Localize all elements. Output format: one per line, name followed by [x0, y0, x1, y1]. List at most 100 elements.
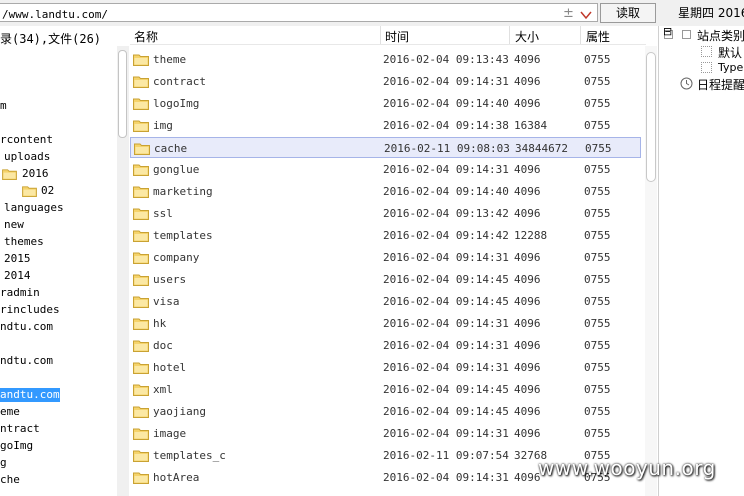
- table-row[interactable]: img 2016-02-04 09:14:38 16384 0755: [130, 115, 641, 136]
- folder-icon: [2, 168, 17, 180]
- file-name: templates_c: [153, 449, 226, 462]
- folder-icon: [133, 163, 149, 176]
- file-size: 4096: [514, 273, 541, 286]
- tree-item[interactable]: radmin: [0, 286, 40, 300]
- table-row[interactable]: company 2016-02-04 09:14:31 4096 0755: [130, 247, 641, 268]
- tree-item[interactable]: 2015: [4, 252, 31, 266]
- file-attr: 0755: [584, 75, 611, 88]
- file-size: 16384: [514, 119, 548, 132]
- file-time: 2016-02-04 09:14:31: [383, 251, 509, 264]
- file-time: 2016-02-04 09:13:42: [383, 207, 509, 220]
- tree-item[interactable]: 02: [41, 184, 54, 198]
- read-button[interactable]: 读取: [600, 3, 656, 23]
- table-row[interactable]: cache 2016-02-11 09:08:03 34844672 0755: [130, 137, 641, 158]
- folder-icon: [133, 119, 149, 132]
- chevron-down-icon[interactable]: [580, 10, 592, 20]
- table-row[interactable]: doc 2016-02-04 09:14:31 4096 0755: [130, 335, 641, 356]
- tree-item[interactable]: rincludes: [0, 303, 60, 317]
- folder-icon: [133, 317, 149, 330]
- file-name: image: [153, 427, 187, 440]
- tree-item[interactable]: goImg: [0, 439, 33, 453]
- file-name: hk: [153, 317, 167, 330]
- tree-item[interactable]: new: [4, 218, 24, 232]
- file-time: 2016-02-04 09:14:45: [383, 295, 509, 308]
- file-attr: 0755: [584, 339, 611, 352]
- table-row[interactable]: theme 2016-02-04 09:13:43 4096 0755: [130, 49, 641, 70]
- tree-item[interactable]: eme: [0, 405, 20, 419]
- tree-item[interactable]: andtu.com: [0, 388, 60, 402]
- file-size: 12288: [514, 229, 548, 242]
- tree-item[interactable]: 2014: [4, 269, 31, 283]
- table-row[interactable]: image 2016-02-04 09:14:31 4096 0755: [130, 423, 641, 444]
- table-row[interactable]: users 2016-02-04 09:14:45 4096 0755: [130, 269, 641, 290]
- column-divider[interactable]: [509, 26, 510, 44]
- tree-item[interactable]: 2016: [22, 167, 49, 181]
- tree-item[interactable]: themes: [4, 235, 44, 249]
- folder-icon: [133, 273, 149, 286]
- file-size: 4096: [514, 317, 541, 330]
- folder-icon: [22, 185, 37, 197]
- file-name: ssl: [153, 207, 173, 220]
- column-header-attr[interactable]: 属性: [586, 28, 610, 45]
- tree-scrollbar-thumb[interactable]: [118, 50, 127, 138]
- column-divider[interactable]: [580, 26, 581, 44]
- table-row[interactable]: logoImg 2016-02-04 09:14:40 4096 0755: [130, 93, 641, 114]
- file-size: 4096: [514, 185, 541, 198]
- column-header-size[interactable]: 大小: [515, 28, 539, 45]
- table-row[interactable]: hotel 2016-02-04 09:14:31 4096 0755: [130, 357, 641, 378]
- tree-item[interactable]: languages: [4, 201, 64, 215]
- header-divider: [130, 44, 646, 45]
- file-attr: 0755: [584, 119, 611, 132]
- type-label[interactable]: Type: [718, 61, 743, 74]
- url-input[interactable]: /www.landtu.com/ ±: [0, 3, 598, 22]
- table-row[interactable]: ssl 2016-02-04 09:13:42 4096 0755: [130, 203, 641, 224]
- column-divider[interactable]: [380, 26, 381, 44]
- file-attr: 0755: [584, 427, 611, 440]
- category-icon: [682, 30, 691, 39]
- table-row[interactable]: templates 2016-02-04 09:14:42 12288 0755: [130, 225, 641, 246]
- tree-item[interactable]: ntract: [0, 422, 40, 436]
- file-attr: 0755: [584, 405, 611, 418]
- file-name: logoImg: [153, 97, 200, 110]
- folder-icon: [133, 449, 149, 462]
- folder-icon: [133, 383, 149, 396]
- table-row[interactable]: xml 2016-02-04 09:14:45 4096 0755: [130, 379, 641, 400]
- file-size: 34844672: [515, 142, 568, 155]
- file-time: 2016-02-04 09:14:31: [383, 163, 509, 176]
- minus-icon: ⊟: [663, 25, 673, 38]
- tree-summary: 录(34),文件(26): [0, 32, 102, 46]
- site-category-label[interactable]: 站点类别: [697, 27, 744, 44]
- table-row[interactable]: gonglue 2016-02-04 09:14:31 4096 0755: [130, 159, 641, 180]
- plus-minus-icon[interactable]: ±: [563, 6, 574, 21]
- table-row[interactable]: marketing 2016-02-04 09:14:40 4096 0755: [130, 181, 641, 202]
- file-attr: 0755: [584, 295, 611, 308]
- list-scrollbar-thumb[interactable]: [646, 52, 656, 182]
- column-header-name[interactable]: 名称: [134, 28, 158, 45]
- folder-icon: [133, 405, 149, 418]
- table-row[interactable]: contract 2016-02-04 09:14:31 4096 0755: [130, 71, 641, 92]
- file-size: 4096: [514, 97, 541, 110]
- table-row[interactable]: yaojiang 2016-02-04 09:14:45 4096 0755: [130, 401, 641, 422]
- tree-item[interactable]: m: [0, 99, 7, 113]
- file-time: 2016-02-04 09:14:31: [383, 427, 509, 440]
- file-time: 2016-02-04 09:14:45: [383, 383, 509, 396]
- file-time: 2016-02-04 09:14:31: [383, 75, 509, 88]
- file-time: 2016-02-04 09:14:40: [383, 97, 509, 110]
- schedule-reminder-label[interactable]: 日程提醒: [697, 76, 744, 93]
- table-row[interactable]: visa 2016-02-04 09:14:45 4096 0755: [130, 291, 641, 312]
- file-attr: 0755: [584, 185, 611, 198]
- column-header-time[interactable]: 时间: [385, 28, 409, 45]
- tree-item[interactable]: che: [0, 473, 20, 487]
- file-size: 4096: [514, 361, 541, 374]
- type-checkbox[interactable]: [701, 62, 712, 73]
- default-label[interactable]: 默认: [718, 44, 742, 61]
- table-row[interactable]: hk 2016-02-04 09:14:31 4096 0755: [130, 313, 641, 334]
- file-time: 2016-02-11 09:08:03: [384, 142, 510, 155]
- default-checkbox[interactable]: [701, 46, 712, 57]
- tree-item[interactable]: ndtu.com: [0, 354, 53, 368]
- tree-item[interactable]: g: [0, 456, 7, 470]
- tree-item[interactable]: uploads: [4, 150, 50, 164]
- tree-item[interactable]: ndtu.com: [0, 320, 53, 334]
- tree-item[interactable]: rcontent: [0, 133, 53, 147]
- file-time: 2016-02-04 09:14:31: [383, 317, 509, 330]
